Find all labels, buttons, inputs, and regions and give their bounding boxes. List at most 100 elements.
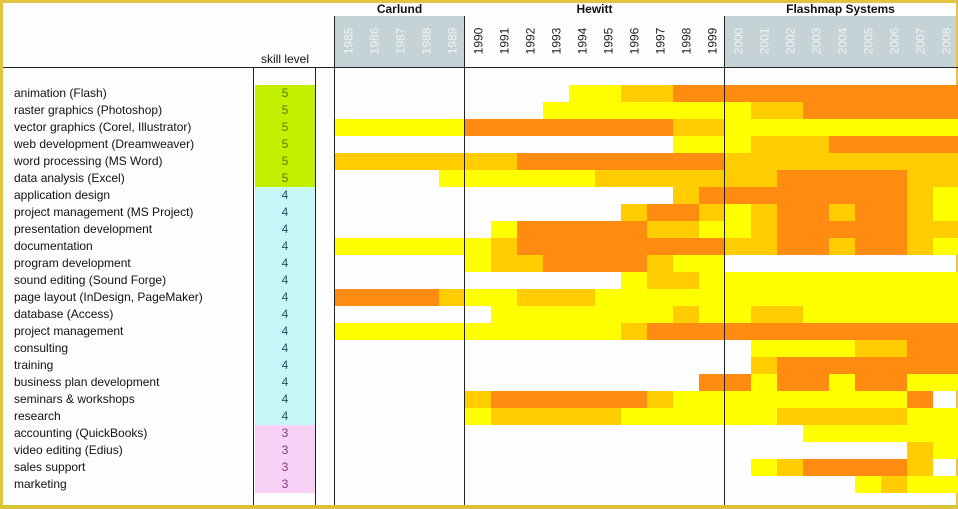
heatmap-cell (673, 187, 699, 204)
heatmap-cell (829, 289, 855, 306)
year-label-1996: 1996 (621, 16, 647, 66)
header-divider-line (3, 67, 958, 68)
heatmap-cell (699, 408, 725, 425)
heatmap-cell (569, 323, 595, 340)
heatmap-cell (569, 102, 595, 119)
heatmap-cell (803, 323, 829, 340)
heatmap-cell (855, 289, 881, 306)
year-label-2007: 2007 (907, 16, 933, 66)
heatmap-cell (725, 85, 751, 102)
heatmap-cell (855, 187, 881, 204)
heatmap-cell (907, 119, 933, 136)
heatmap-cell (777, 323, 803, 340)
heatmap-cell (855, 85, 881, 102)
year-label-1988: 1988 (413, 16, 439, 66)
heatmap-cell (881, 221, 907, 238)
heatmap-cell (595, 306, 621, 323)
year-label-text: 1989 (445, 27, 460, 55)
heatmap-cell (829, 153, 855, 170)
skill-label: consulting (14, 341, 69, 355)
heatmap-cell (751, 136, 777, 153)
heatmap-cell (933, 374, 958, 391)
heatmap-cell (881, 272, 907, 289)
heatmap-cell (777, 459, 803, 476)
skill-level-value: 3 (255, 425, 315, 442)
heatmap-cell (777, 85, 803, 102)
heatmap-cell (751, 238, 777, 255)
heatmap-cell (413, 119, 439, 136)
heatmap-cell (621, 272, 647, 289)
heatmap-cell (933, 136, 958, 153)
heatmap-cell (829, 187, 855, 204)
heatmap-cell (881, 476, 907, 493)
skill-level-value: 4 (255, 340, 315, 357)
heatmap-cell (907, 391, 933, 408)
heatmap-cell (933, 170, 958, 187)
heatmap-cell (907, 238, 933, 255)
heatmap-cell (777, 306, 803, 323)
heatmap-cell (413, 323, 439, 340)
heatmap-cell (881, 374, 907, 391)
heatmap-cell (465, 153, 491, 170)
heatmap-cell (933, 357, 958, 374)
heatmap-cell (387, 238, 413, 255)
heatmap-cell (829, 102, 855, 119)
heatmap-cell (803, 85, 829, 102)
heatmap-cell (777, 221, 803, 238)
skill-label: page layout (InDesign, PageMaker) (14, 290, 203, 304)
heatmap-cell (673, 102, 699, 119)
heatmap-cell (933, 204, 958, 221)
heatmap-cell (881, 289, 907, 306)
skill-level-value: 4 (255, 187, 315, 204)
heatmap-cell (517, 323, 543, 340)
heatmap-cell (699, 85, 725, 102)
heatmap-cell (647, 306, 673, 323)
heatmap-cell (881, 85, 907, 102)
heatmap-cell (777, 408, 803, 425)
heatmap-cell (777, 102, 803, 119)
heatmap-cell (907, 272, 933, 289)
heatmap-cell (647, 119, 673, 136)
heatmap-cell (621, 85, 647, 102)
year-label-text: 1986 (367, 27, 382, 55)
skill-label: project management (MS Project) (14, 205, 194, 219)
heatmap-cell (881, 306, 907, 323)
heatmap-cell (439, 170, 465, 187)
heatmap-cell (751, 374, 777, 391)
heatmap-cell (881, 340, 907, 357)
heatmap-cell (699, 272, 725, 289)
skill-column-right-line (315, 67, 316, 505)
heatmap-cell (751, 306, 777, 323)
heatmap-cell (881, 102, 907, 119)
heatmap-cell (933, 272, 958, 289)
heatmap-cell (751, 323, 777, 340)
heatmap-cell (595, 170, 621, 187)
heatmap-cell (829, 323, 855, 340)
skill-label: marketing (14, 477, 67, 491)
heatmap-cell (751, 340, 777, 357)
skill-level-value: 5 (255, 85, 315, 102)
heatmap-cell (699, 221, 725, 238)
skill-label: video editing (Edius) (14, 443, 123, 457)
heatmap-cell (933, 476, 958, 493)
skill-level-value: 4 (255, 323, 315, 340)
heatmap-cell (465, 323, 491, 340)
heatmap-cell (829, 221, 855, 238)
year-label-text: 1999 (705, 27, 720, 55)
skill-label: database (Access) (14, 307, 114, 321)
heatmap-cell (439, 289, 465, 306)
heatmap-cell (439, 323, 465, 340)
year-label-2000: 2000 (725, 16, 751, 66)
year-label-2004: 2004 (829, 16, 855, 66)
heatmap-cell (933, 85, 958, 102)
heatmap-cell (881, 408, 907, 425)
heatmap-cell (543, 102, 569, 119)
heatmap-cell (543, 153, 569, 170)
heatmap-cell (751, 119, 777, 136)
heatmap-cell (881, 238, 907, 255)
heatmap-cell (751, 187, 777, 204)
year-label-text: 1985 (341, 27, 356, 55)
heatmap-cell (855, 272, 881, 289)
heatmap-cell (543, 255, 569, 272)
heatmap-cell (543, 391, 569, 408)
